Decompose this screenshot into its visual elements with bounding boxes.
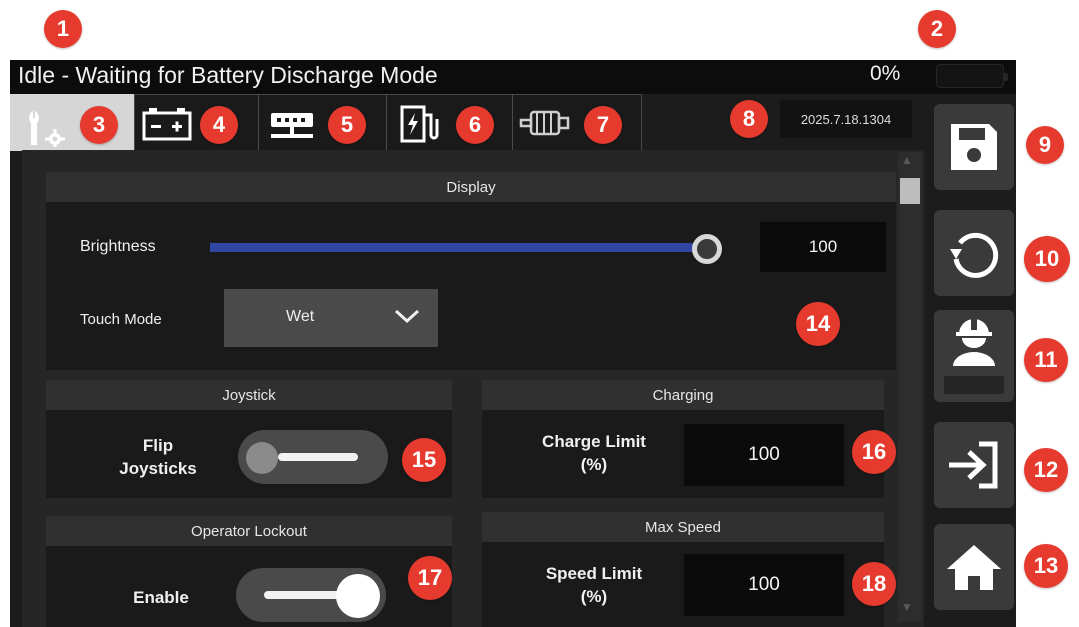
callout-17: 17 <box>408 556 452 600</box>
callout-11: 11 <box>1024 338 1068 382</box>
operator-indicator <box>944 376 1004 394</box>
network-icon <box>271 113 313 138</box>
operator-button[interactable] <box>934 310 1014 402</box>
tab-network[interactable] <box>258 94 388 151</box>
scrollbar-thumb[interactable] <box>900 178 920 204</box>
speed-limit-label-line1: Speed Limit <box>545 564 643 583</box>
callout-13: 13 <box>1024 544 1068 588</box>
enable-label: Enable <box>133 588 189 607</box>
battery-icon <box>142 108 192 141</box>
version-label: 2025.7.18.1304 <box>780 100 912 138</box>
charge-limit-label-line1: Charge Limit <box>542 432 646 451</box>
save-icon <box>951 124 997 170</box>
login-icon <box>949 441 998 489</box>
callout-1: 1 <box>44 10 82 48</box>
charging-station-icon <box>400 105 439 143</box>
speed-limit-label: Speed Limit (%) <box>524 562 664 608</box>
max-speed-title: Max Speed <box>482 512 884 542</box>
save-button[interactable] <box>934 104 1014 190</box>
home-icon <box>947 545 1001 590</box>
brightness-value[interactable]: 100 <box>760 222 886 272</box>
scrollbar[interactable] <box>898 152 922 622</box>
flip-joysticks-label: Flip Joysticks <box>108 434 208 480</box>
callout-4: 4 <box>200 106 238 144</box>
motor-icon <box>519 110 570 136</box>
display-panel-title: Display <box>46 172 896 202</box>
speed-limit-input[interactable]: 100 <box>684 554 844 616</box>
callout-16: 16 <box>852 430 896 474</box>
charge-limit-label: Charge Limit (%) <box>524 430 664 476</box>
battery-level-icon <box>936 64 1008 88</box>
operator-lockout-toggle[interactable] <box>236 568 386 622</box>
touch-mode-value: Wet <box>286 308 315 325</box>
tab-battery[interactable] <box>134 94 260 151</box>
reset-button[interactable] <box>934 210 1014 296</box>
callout-15: 15 <box>402 438 446 482</box>
charge-limit-label-line2: (%) <box>580 455 608 474</box>
chevron-down-icon <box>394 309 420 324</box>
scroll-up-arrow-icon[interactable]: ▲ <box>901 153 913 167</box>
brightness-slider-track[interactable] <box>210 243 708 252</box>
charge-limit-input[interactable]: 100 <box>684 424 844 486</box>
battery-percent: 0% <box>870 62 901 85</box>
callout-8: 8 <box>730 100 768 138</box>
tab-motor[interactable] <box>512 94 642 151</box>
callout-5: 5 <box>328 106 366 144</box>
operator-lockout-title: Operator Lockout <box>46 516 452 546</box>
callout-12: 12 <box>1024 448 1068 492</box>
reset-icon <box>950 232 999 278</box>
callout-3: 3 <box>80 106 118 144</box>
callout-18: 18 <box>852 562 896 606</box>
brightness-label: Brightness <box>80 238 156 255</box>
home-button[interactable] <box>934 524 1014 610</box>
login-button[interactable] <box>934 422 1014 508</box>
callout-7: 7 <box>584 106 622 144</box>
callout-6: 6 <box>456 106 494 144</box>
speed-limit-label-line2: (%) <box>580 587 608 606</box>
touch-mode-label: Touch Mode <box>80 311 162 328</box>
callout-9: 9 <box>1026 126 1064 164</box>
flip-joysticks-toggle[interactable] <box>238 430 388 484</box>
joystick-panel-title: Joystick <box>46 380 452 410</box>
callout-10: 10 <box>1024 236 1070 282</box>
flip-joysticks-label-line1: Flip <box>142 436 174 455</box>
charging-panel-title: Charging <box>482 380 884 410</box>
flip-joysticks-label-line2: Joysticks <box>119 459 197 478</box>
status-text: Idle - Waiting for Battery Discharge Mod… <box>18 62 438 88</box>
wrench-gear-icon <box>29 111 65 147</box>
callout-14: 14 <box>796 302 840 346</box>
scroll-down-arrow-icon[interactable]: ▼ <box>901 600 913 614</box>
tab-charging[interactable] <box>386 94 514 151</box>
brightness-slider-handle[interactable] <box>692 234 722 264</box>
operator-icon <box>953 318 995 366</box>
callout-2: 2 <box>918 10 956 48</box>
